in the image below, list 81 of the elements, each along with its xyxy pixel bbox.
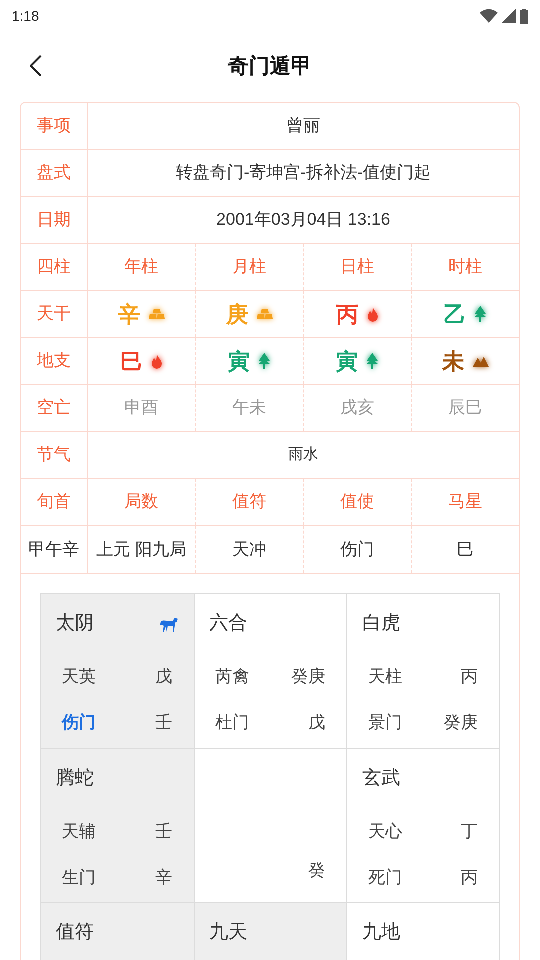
summary-value: 天冲 [232, 538, 266, 561]
gate-name: 杜门 [216, 712, 250, 734]
row-label: 盘式 [37, 162, 71, 184]
character: 庚 [226, 300, 248, 328]
info-value: 2001年03月04日 13:16 [216, 209, 390, 232]
tree-icon [366, 353, 379, 369]
gate-name: 生门 [62, 867, 96, 890]
star-name: 天英 [62, 666, 96, 688]
column-header: 局数 [124, 491, 158, 514]
stem-value: 辛 [156, 867, 173, 890]
row-label: 四柱 [37, 256, 71, 278]
star-name: 芮禽 [216, 666, 250, 688]
deity-name: 九地 [362, 920, 400, 945]
character: 丙 [336, 300, 358, 328]
row-label: 旬首 [37, 491, 71, 514]
void-value: 午未 [232, 397, 266, 420]
stem-value: 戊 [156, 666, 173, 688]
column-header: 值符 [232, 491, 266, 514]
column-header: 时柱 [448, 256, 482, 278]
row-label: 空亡 [37, 397, 71, 420]
character: 乙 [444, 300, 466, 328]
summary-value: 巳 [457, 538, 474, 561]
stem-value: 壬 [156, 821, 173, 844]
stem-value: 壬 [156, 712, 173, 734]
mountain-icon [472, 356, 488, 366]
deity-name: 白虎 [362, 612, 400, 636]
summary-value: 甲午辛 [28, 538, 80, 561]
gate-name: 死门 [368, 867, 402, 890]
deity-name: 值符 [56, 920, 94, 945]
character: 寅 [336, 348, 358, 376]
row-label: 日期 [37, 209, 71, 232]
tree-icon [474, 306, 487, 322]
character: 辛 [118, 300, 140, 328]
character: 未 [442, 348, 464, 376]
solar-term-value: 雨水 [288, 444, 318, 465]
status-time: 1:18 [12, 6, 40, 26]
stem-value: 癸庚 [444, 712, 478, 734]
flame-icon [366, 306, 378, 322]
summary-value: 伤门 [340, 538, 374, 561]
page-title: 奇门遁甲 [228, 54, 312, 80]
flame-icon [150, 354, 162, 368]
deity-name: 九天 [210, 920, 248, 945]
info-value: 曾丽 [286, 115, 320, 138]
row-label: 地支 [37, 350, 71, 372]
deity-name: 六合 [210, 612, 248, 636]
info-value: 转盘奇门-寄坤宫-拆补法-值使门起 [176, 162, 431, 184]
void-value: 辰巳 [448, 397, 482, 420]
stem-value: 丁 [461, 821, 478, 844]
column-header: 马星 [448, 491, 482, 514]
star-name: 天柱 [368, 666, 402, 688]
summary-value: 上元 阳九局 [96, 538, 186, 561]
stem-value: 戊 [308, 712, 326, 734]
row-label: 节气 [37, 444, 71, 466]
row-label: 事项 [37, 115, 71, 138]
column-header: 日柱 [340, 256, 374, 278]
star-name: 天辅 [62, 821, 96, 844]
stem-value: 丙 [461, 666, 478, 688]
character: 巳 [120, 348, 142, 376]
gate-name: 伤门 [62, 712, 96, 734]
star-name: 天心 [368, 821, 402, 844]
back-icon [30, 55, 42, 77]
signal-icon [502, 9, 516, 23]
column-header: 值使 [340, 491, 374, 514]
tree-icon [258, 353, 271, 369]
gate-name: 景门 [368, 712, 402, 734]
character: 寅 [228, 348, 250, 376]
ingot-icon [148, 308, 164, 320]
column-header: 月柱 [232, 256, 266, 278]
deity-name: 腾蛇 [56, 766, 94, 791]
row-label: 天干 [37, 303, 71, 326]
deity-name: 太阴 [56, 612, 94, 636]
column-header: 年柱 [124, 256, 158, 278]
stem-value: 丙 [461, 867, 478, 890]
wifi-icon [480, 9, 498, 23]
battery-icon [520, 8, 528, 24]
ingot-icon [256, 308, 272, 320]
deity-name: 玄武 [362, 766, 400, 791]
void-value: 申酉 [124, 397, 158, 420]
stem-value: 癸 [308, 860, 326, 882]
stem-value: 癸庚 [291, 666, 326, 688]
void-value: 戌亥 [340, 397, 374, 420]
